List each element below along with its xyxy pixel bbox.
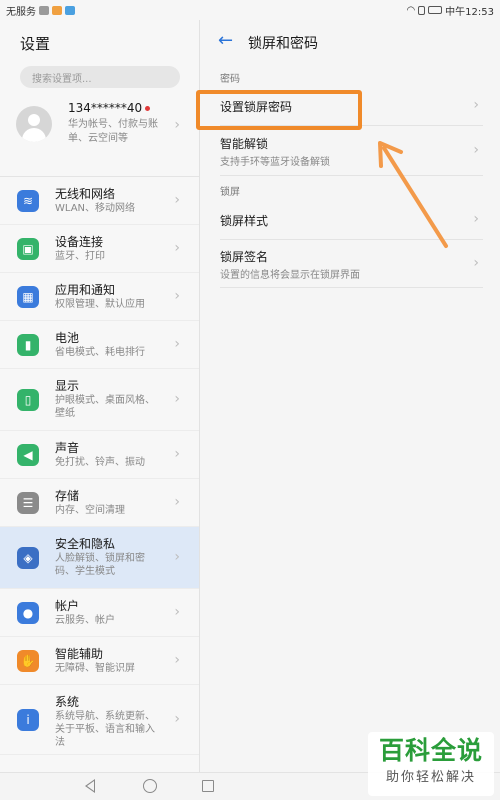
nav-home-icon[interactable] xyxy=(143,779,157,793)
nav-recent-apps-icon[interactable] xyxy=(202,780,214,792)
watermark-logo: 百科全说 助你轻松解决 xyxy=(368,732,494,796)
watermark-title: 百科全说 xyxy=(378,736,483,765)
watermark-subtitle: 助你轻松解决 xyxy=(385,770,476,785)
nav-back-icon[interactable] xyxy=(85,779,95,793)
annotation-arrow-icon xyxy=(378,141,448,248)
